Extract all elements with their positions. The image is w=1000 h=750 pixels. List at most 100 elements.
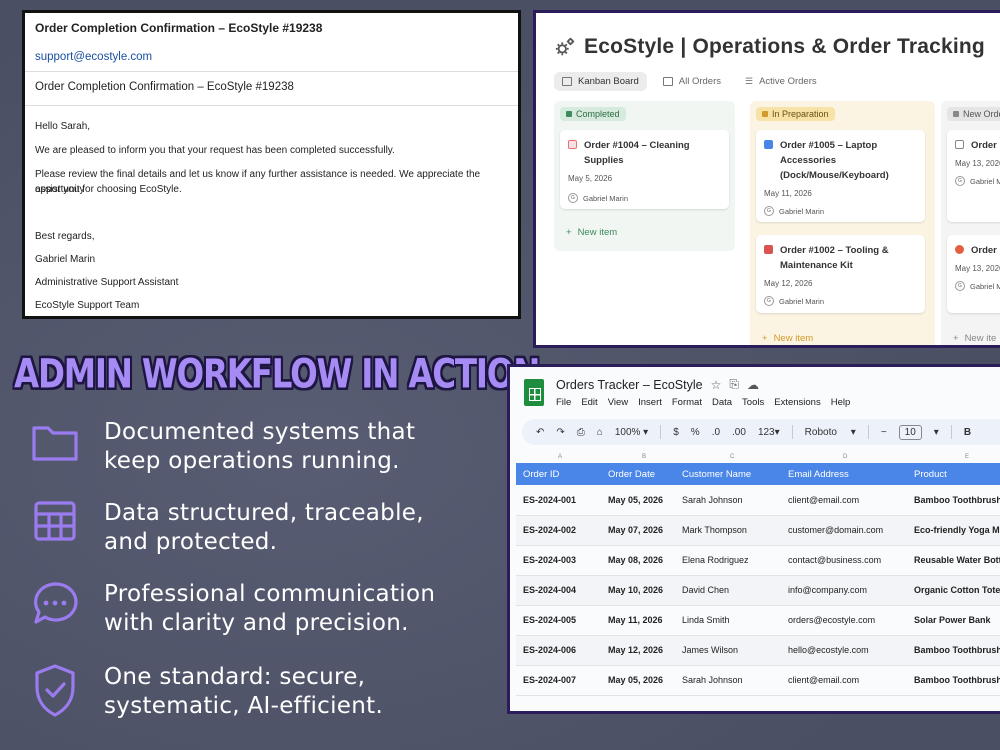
chevron-down-icon[interactable]: ▾ [934,427,939,438]
font-size-input[interactable]: 10 [898,424,922,440]
cell-customer[interactable]: Sarah Johnson [675,665,781,696]
document-title[interactable]: Orders Tracker – EcoStyle [556,378,703,392]
orders-table: Order ID Order Date Customer Name Email … [516,463,1000,696]
redo-icon[interactable]: ↷ [556,427,564,438]
header-order-date[interactable]: Order Date [601,463,675,485]
move-icon[interactable]: ⎘ [729,377,739,392]
cell-product[interactable]: Eco-friendly Yoga M [907,515,1000,546]
cell-email[interactable]: client@email.com [781,485,907,516]
cell-order-date[interactable]: May 11, 2026 [601,605,675,636]
cell-order-date[interactable]: May 10, 2026 [601,575,675,606]
increase-decimal-button[interactable]: .00 [732,427,746,438]
table-header-row: Order ID Order Date Customer Name Email … [516,463,1000,485]
assignee-name: Gabriel Marin [779,206,825,216]
feature-line: Data structured, traceable, [104,500,424,526]
cell-order-id[interactable]: ES-2024-002 [516,515,601,546]
menu-extensions[interactable]: Extensions [774,397,820,408]
menu-tools[interactable]: Tools [742,397,764,408]
print-icon[interactable]: ⎙ [577,427,585,438]
cell-order-id[interactable]: ES-2024-001 [516,485,601,516]
feature-text: Data structured, traceable, and protecte… [104,499,424,557]
cell-product[interactable]: Bamboo Toothbrush [907,485,1000,516]
menu-help[interactable]: Help [831,397,851,408]
header-customer-name[interactable]: Customer Name [675,463,781,485]
email-signoff: Best regards, [35,231,95,242]
header-order-id[interactable]: Order ID [516,463,601,485]
cell-email[interactable]: contact@business.com [781,545,907,576]
cell-product[interactable]: Bamboo Toothbrush [907,635,1000,666]
kanban-card[interactable]: Order #1004 – Cleaning Supplies May 5, 2… [560,130,729,209]
tab-all-orders[interactable]: All Orders [655,72,729,91]
column-letter[interactable]: B [642,454,646,460]
tab-kanban-board[interactable]: Kanban Board [554,72,647,91]
menu-data[interactable]: Data [712,397,732,408]
header-email[interactable]: Email Address [781,463,907,485]
column-letter[interactable]: C [730,454,734,460]
kanban-card[interactable]: Order Restoc May 13, 2026 G Gabriel M [947,235,1000,313]
kanban-card[interactable]: Order #1005 – Laptop Accessories (Dock/M… [756,130,925,222]
kanban-card[interactable]: Order #1002 – Tooling & Maintenance Kit … [756,235,925,313]
divider [25,71,518,72]
bold-button[interactable]: B [964,427,971,438]
cell-order-date[interactable]: May 05, 2026 [601,485,675,516]
menu-format[interactable]: Format [672,397,702,408]
undo-icon[interactable]: ↶ [536,427,544,438]
column-letter[interactable]: D [843,454,847,460]
menu-edit[interactable]: Edit [581,397,597,408]
cell-email[interactable]: orders@ecostyle.com [781,605,907,636]
cloud-icon[interactable]: ☁ [747,378,759,392]
cell-product[interactable]: Organic Cotton Tote [907,575,1000,606]
star-icon[interactable]: ☆ [711,378,722,392]
new-item-button[interactable]: + New item [566,227,617,238]
font-value: Roboto [804,426,837,438]
cell-order-id[interactable]: ES-2024-007 [516,665,601,696]
menu-insert[interactable]: Insert [638,397,662,408]
cell-product[interactable]: Bamboo Toothbrush [907,665,1000,696]
cell-product[interactable]: Solar Power Bank [907,605,1000,636]
cell-order-id[interactable]: ES-2024-004 [516,575,601,606]
cell-customer[interactable]: Elena Rodriguez [675,545,781,576]
kanban-card[interactable]: Order Bundle (Pens/ May 13, 2026 G Gabrie… [947,130,1000,222]
new-item-button[interactable]: + New item [762,333,813,344]
number-format-select[interactable]: 123 ▾ [758,427,780,438]
card-title: Order #1002 – Tooling & Maintenance Kit [780,245,889,271]
currency-button[interactable]: $ [673,427,679,438]
header-product[interactable]: Product [907,463,1000,485]
cell-email[interactable]: client@email.com [781,665,907,696]
status-badge: In Preparation [756,107,835,121]
email-signature-role: Administrative Support Assistant [35,277,179,288]
font-size-decrease-button[interactable]: − [881,427,887,438]
new-item-button[interactable]: + New ite [953,333,996,344]
cell-product[interactable]: Reusable Water Bott [907,545,1000,576]
cell-order-date[interactable]: May 05, 2026 [601,665,675,696]
new-item-label: New item [577,227,618,238]
cell-customer[interactable]: Mark Thompson [675,515,781,546]
cell-customer[interactable]: Sarah Johnson [675,485,781,516]
card-assignee: G Gabriel Marin [764,296,917,306]
cell-order-date[interactable]: May 08, 2026 [601,545,675,576]
column-letter[interactable]: E [965,454,969,460]
percent-button[interactable]: % [691,427,700,438]
table-row: ES-2024-001 May 05, 2026 Sarah Johnson c… [516,485,1000,516]
column-letter[interactable]: A [558,454,562,460]
cell-order-id[interactable]: ES-2024-005 [516,605,601,636]
cell-customer[interactable]: David Chen [675,575,781,606]
email-sender-address[interactable]: support@ecostyle.com [35,51,152,63]
cell-email[interactable]: hello@ecostyle.com [781,635,907,666]
tab-active-orders[interactable]: ☰ Active Orders [737,72,825,91]
cell-order-date[interactable]: May 12, 2026 [601,635,675,666]
cell-order-date[interactable]: May 07, 2026 [601,515,675,546]
menu-file[interactable]: File [556,397,571,408]
paint-format-icon[interactable]: ⌂ [597,427,603,438]
decrease-decimal-button[interactable]: .0 [712,427,720,438]
cell-email[interactable]: customer@domain.com [781,515,907,546]
zoom-select[interactable]: 100% ▾ [615,427,648,438]
cell-order-id[interactable]: ES-2024-006 [516,635,601,666]
cell-customer[interactable]: Linda Smith [675,605,781,636]
menu-view[interactable]: View [608,397,628,408]
font-select[interactable]: Roboto ▾ [805,427,856,438]
cell-order-id[interactable]: ES-2024-003 [516,545,601,576]
cell-customer[interactable]: James Wilson [675,635,781,666]
tab-label: Kanban Board [578,76,639,87]
cell-email[interactable]: info@company.com [781,575,907,606]
